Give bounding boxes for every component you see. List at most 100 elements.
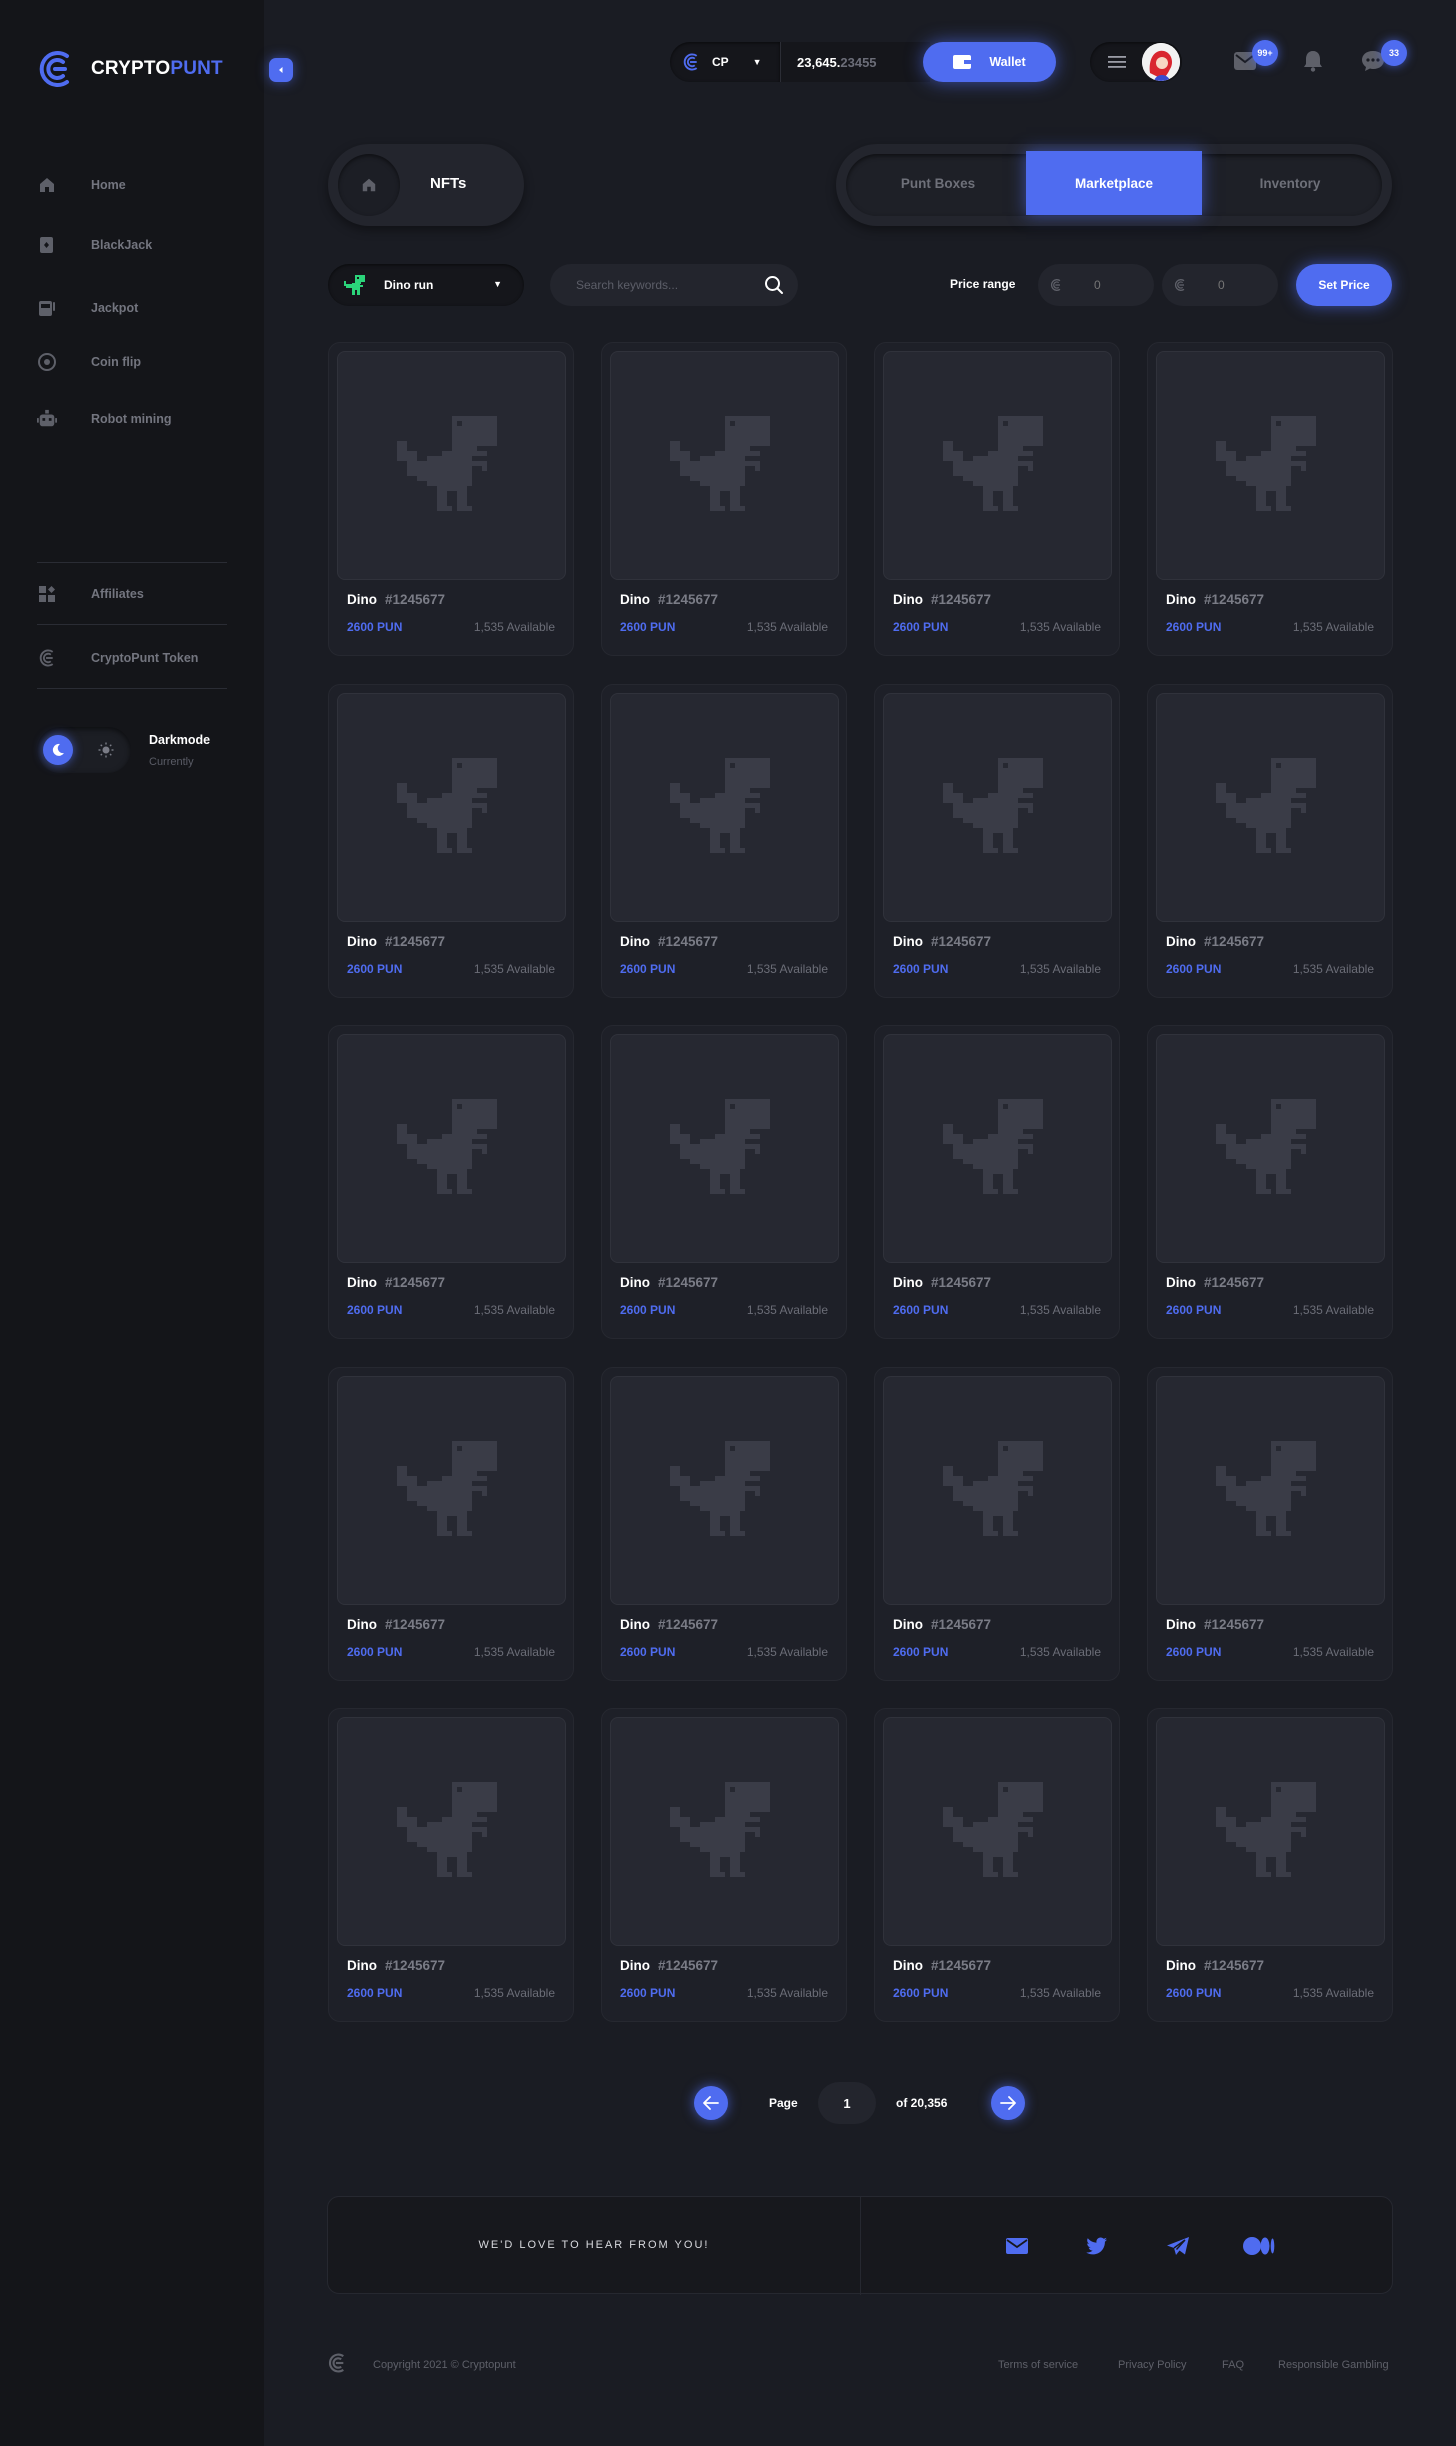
nft-id: #1245677 [931,1958,992,1973]
footer-link-faq[interactable]: FAQ [1222,2359,1244,2371]
nft-image[interactable] [610,351,839,580]
twitter-link[interactable] [1085,2234,1109,2258]
sidebar-item-affiliates[interactable]: Affiliates [37,582,144,606]
nft-image[interactable] [1156,1376,1385,1605]
hamburger-menu-icon[interactable] [1108,54,1126,70]
wallet-button[interactable]: Wallet [923,42,1056,82]
cp-coin-icon [1050,279,1061,291]
nft-image[interactable] [883,1034,1112,1263]
nft-image[interactable] [1156,1034,1385,1263]
nft-image[interactable] [337,1717,566,1946]
nft-card[interactable]: Dino #1245677 2600 PUN 1,535 Available [1147,684,1393,998]
nft-price: 2600 PUN [893,1645,949,1659]
nft-name: Dino #1245677 [893,1617,991,1632]
sidebar-item-label: Coin flip [91,355,141,369]
nft-image[interactable] [883,693,1112,922]
search-icon[interactable] [764,275,784,295]
search-input[interactable] [576,278,746,292]
currency-selector[interactable]: CP ▼ [670,42,780,82]
telegram-link[interactable] [1166,2234,1190,2258]
nft-card[interactable]: Dino #1245677 2600 PUN 1,535 Available [1147,342,1393,656]
medium-link[interactable] [1242,2234,1276,2258]
balance-decimals: 23455 [840,54,877,70]
page-label: Page [769,2096,798,2110]
nft-name: Dino #1245677 [893,592,991,607]
nft-image[interactable] [610,1717,839,1946]
nft-image[interactable] [610,693,839,922]
brand-logo[interactable]: CRYPTOPUNT [37,50,223,88]
sidebar-item-coin-flip[interactable]: Coin flip [37,350,141,374]
nft-image[interactable] [337,351,566,580]
wallet-icon [953,55,972,69]
sidebar-item-cryptopunt-token[interactable]: CryptoPunt Token [37,646,198,670]
mail-icon [1006,2238,1028,2254]
notifications-button[interactable] [1300,48,1326,74]
nft-image[interactable] [610,1376,839,1605]
nft-card[interactable]: Dino #1245677 2600 PUN 1,535 Available [328,684,574,998]
previous-page-button[interactable] [694,2086,728,2120]
nft-card[interactable]: Dino #1245677 2600 PUN 1,535 Available [328,1025,574,1339]
tab-punt-boxes[interactable]: Punt Boxes [850,151,1026,215]
nft-image[interactable] [883,351,1112,580]
nft-image[interactable] [1156,351,1385,580]
nft-card[interactable]: Dino #1245677 2600 PUN 1,535 Available [601,342,847,656]
user-avatar-icon [1142,43,1180,81]
nft-card[interactable]: Dino #1245677 2600 PUN 1,535 Available [874,684,1120,998]
nft-card[interactable]: Dino #1245677 2600 PUN 1,535 Available [601,1367,847,1681]
set-price-button[interactable]: Set Price [1296,264,1392,306]
nft-card[interactable]: Dino #1245677 2600 PUN 1,535 Available [328,1367,574,1681]
nft-card[interactable]: Dino #1245677 2600 PUN 1,535 Available [1147,1367,1393,1681]
tab-inventory[interactable]: Inventory [1202,151,1378,215]
price-min-box [1038,264,1154,306]
price-max-input[interactable] [1218,278,1278,292]
tab-marketplace[interactable]: Marketplace [1026,151,1202,215]
nft-card[interactable]: Dino #1245677 2600 PUN 1,535 Available [601,1708,847,2022]
darkmode-toggle[interactable] [37,727,131,773]
nft-card[interactable]: Dino #1245677 2600 PUN 1,535 Available [1147,1025,1393,1339]
sidebar-item-robot-mining[interactable]: Robot mining [37,407,172,431]
sidebar-item-home[interactable]: Home [37,173,126,197]
cp-coin-icon [683,53,698,71]
sidebar-item-blackjack[interactable]: BlackJack [37,233,152,257]
page-number-input[interactable] [818,2082,876,2124]
nft-availability: 1,535 Available [1292,962,1374,976]
nft-card[interactable]: Dino #1245677 2600 PUN 1,535 Available [328,1708,574,2022]
nft-title: Dino [620,1617,650,1632]
nft-availability: 1,535 Available [1292,620,1374,634]
nft-image[interactable] [610,1034,839,1263]
nft-availability: 1,535 Available [473,962,555,976]
footer-link-privacy[interactable]: Privacy Policy [1118,2359,1186,2371]
nft-card[interactable]: Dino #1245677 2600 PUN 1,535 Available [1147,1708,1393,2022]
email-link[interactable] [1005,2234,1029,2258]
nft-card[interactable]: Dino #1245677 2600 PUN 1,535 Available [601,684,847,998]
sidebar-item-jackpot[interactable]: Jackpot [37,296,138,320]
nft-image[interactable] [337,1034,566,1263]
avatar[interactable] [1142,43,1180,81]
next-page-button[interactable] [991,2086,1025,2120]
footer-link-responsible-gambling[interactable]: Responsible Gambling [1278,2359,1389,2371]
nft-id: #1245677 [1204,1275,1265,1290]
nft-card[interactable]: Dino #1245677 2600 PUN 1,535 Available [874,1367,1120,1681]
nft-id: #1245677 [385,1275,446,1290]
nft-card[interactable]: Dino #1245677 2600 PUN 1,535 Available [874,1708,1120,2022]
nft-image[interactable] [337,1376,566,1605]
collection-select[interactable]: Dino run ▼ [328,264,524,306]
footer-link-terms[interactable]: Terms of service [998,2359,1078,2371]
user-menu[interactable] [1090,42,1182,82]
nft-card[interactable]: Dino #1245677 2600 PUN 1,535 Available [601,1025,847,1339]
nft-card[interactable]: Dino #1245677 2600 PUN 1,535 Available [328,342,574,656]
nft-image[interactable] [1156,1717,1385,1946]
dino-icon [396,415,497,511]
breadcrumb-home-button[interactable] [338,154,400,216]
nft-availability: 1,535 Available [1019,1645,1101,1659]
nft-image[interactable] [883,1376,1112,1605]
nft-image[interactable] [1156,693,1385,922]
sidebar-collapse-button[interactable] [269,58,293,82]
nft-image[interactable] [337,693,566,922]
nft-image[interactable] [883,1717,1112,1946]
nft-title: Dino [347,1958,377,1973]
nft-card[interactable]: Dino #1245677 2600 PUN 1,535 Available [874,1025,1120,1339]
nft-card[interactable]: Dino #1245677 2600 PUN 1,535 Available [874,342,1120,656]
price-min-input[interactable] [1094,278,1154,292]
contact-message: WE'D LOVE TO HEAR FROM YOU! [478,2239,710,2251]
